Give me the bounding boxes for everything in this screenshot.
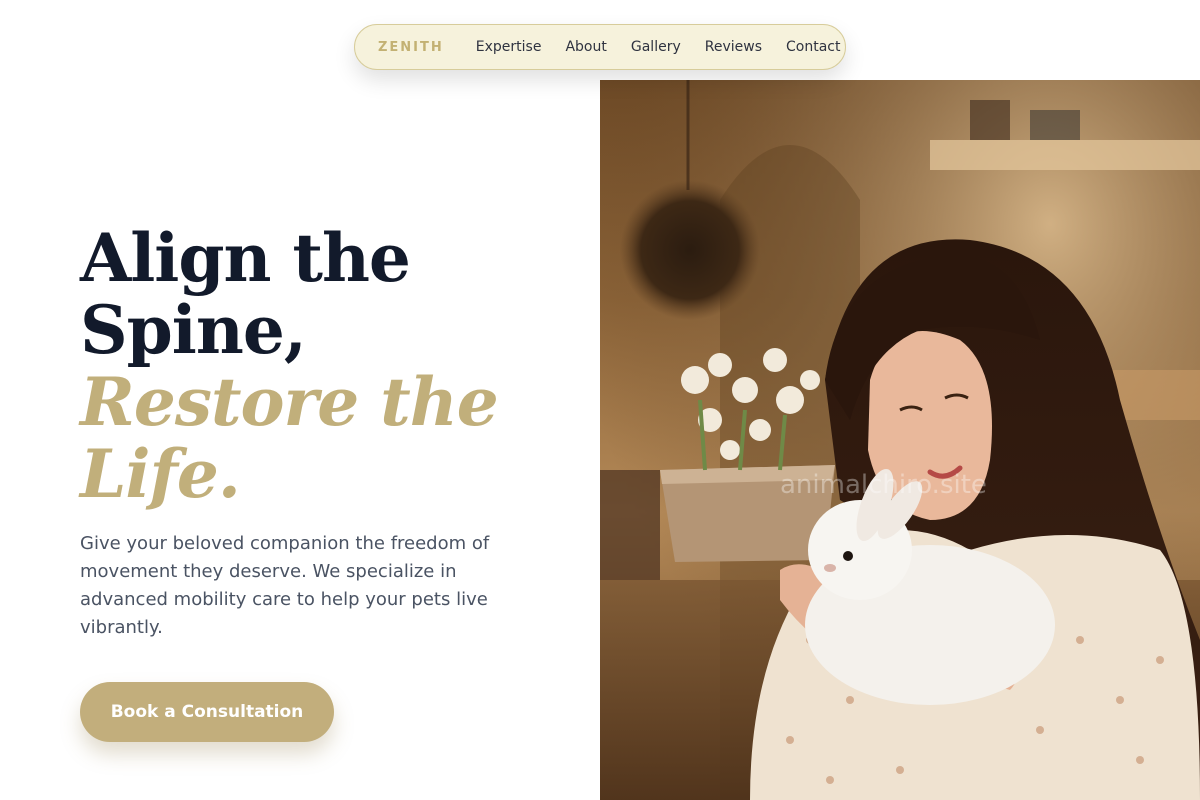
top-nav: ZENITH Expertise About Gallery Reviews C… — [354, 24, 846, 70]
nav-link-contact[interactable]: Contact — [786, 39, 840, 55]
hero-title-line-2: Spine, — [80, 291, 307, 369]
hero-title: Align the Spine, Restore the Life. — [80, 222, 550, 510]
nav-link-gallery[interactable]: Gallery — [631, 39, 681, 55]
hero-description: Give your beloved companion the freedom … — [80, 533, 490, 638]
hero-image-art — [600, 80, 1200, 800]
hero-accent-line-2: Life. — [80, 435, 241, 513]
book-consultation-button[interactable]: Book a Consultation — [80, 682, 334, 742]
hero-image — [600, 80, 1200, 800]
hero-accent-line-1: Restore the — [80, 363, 499, 441]
hero-title-line-1: Align the — [80, 219, 411, 297]
nav-link-about[interactable]: About — [565, 39, 606, 55]
nav-link-reviews[interactable]: Reviews — [705, 39, 762, 55]
nav-link-expertise[interactable]: Expertise — [476, 39, 542, 55]
nav-links: Expertise About Gallery Reviews Contact — [476, 39, 841, 55]
brand-logo[interactable]: ZENITH — [378, 40, 444, 55]
watermark-text: animalchiro.site — [780, 470, 987, 500]
